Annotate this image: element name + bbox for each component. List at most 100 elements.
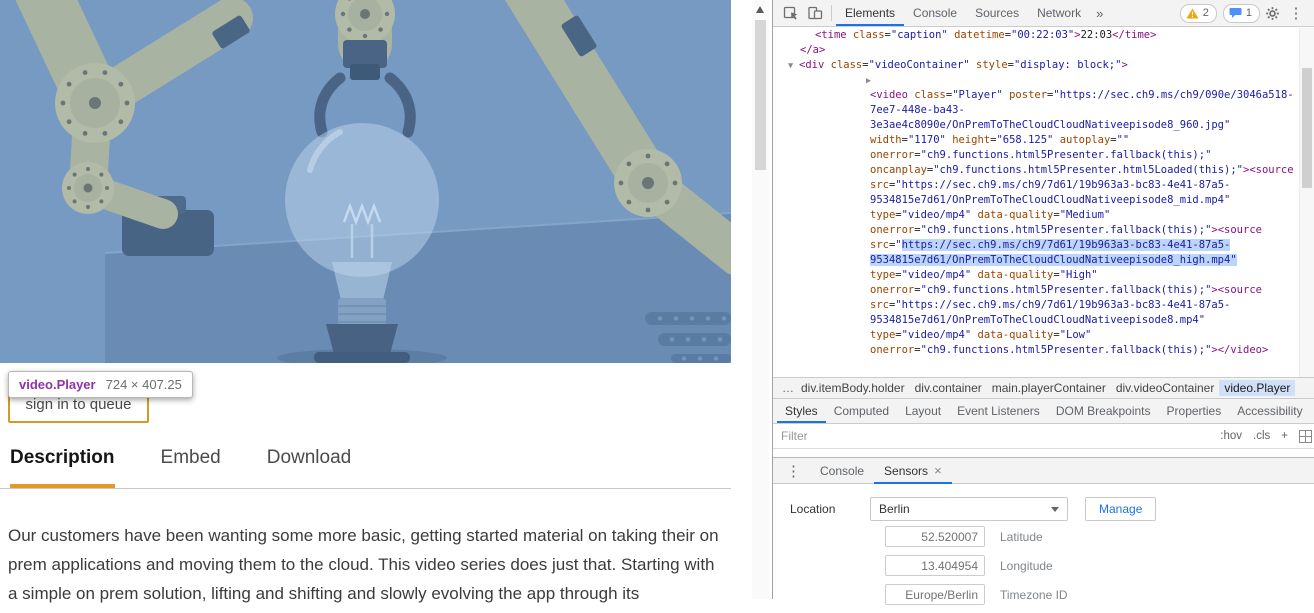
- code-line[interactable]: onerror="ch9.functions.html5Presenter.fa…: [773, 148, 1301, 163]
- code-line[interactable]: <video class="Player" poster="https://se…: [773, 88, 1301, 103]
- filter-control--[interactable]: +: [1281, 430, 1288, 442]
- scrollbar-thumb[interactable]: [1302, 68, 1312, 188]
- code-line[interactable]: 7ee7-448e-ba43-: [773, 103, 1301, 118]
- page-scrollbar[interactable]: [752, 0, 769, 599]
- timezone-id-label: Timezone ID: [1000, 587, 1068, 602]
- sidebar-tabs: Styles Computed Layout Event Listeners DOM B…: [773, 398, 1314, 424]
- code-line[interactable]: 9534815e7d61/OnPremToTheCloudCloudNative…: [773, 253, 1301, 268]
- devtools-tab-elements[interactable]: Elements: [836, 0, 904, 26]
- messages-badge[interactable]: 1: [1222, 3, 1260, 23]
- scroll-up-icon[interactable]: [756, 6, 764, 13]
- robot-illustration: [0, 0, 731, 363]
- tabs-divider: [0, 488, 731, 489]
- sidebar-tab-dom-breakpoints[interactable]: DOM Breakpoints: [1048, 399, 1159, 423]
- tab-embed[interactable]: Embed: [161, 447, 221, 488]
- code-line[interactable]: src="https://sec.ch9.ms/ch9/7d61/19b963a…: [773, 298, 1301, 313]
- warnings-badge[interactable]: 2: [1179, 3, 1217, 23]
- location-value: Berlin: [879, 502, 910, 516]
- latitude-input[interactable]: [885, 526, 985, 547]
- code-line[interactable]: 9534815e7d61/OnPremToTheCloudCloudNative…: [773, 193, 1301, 208]
- device-toolbar-icon[interactable]: [803, 0, 827, 26]
- breadcrumb-item[interactable]: main.playerContainer: [987, 380, 1111, 396]
- code-line[interactable]: 9534815e7d61/OnPremToTheCloudCloudNative…: [773, 313, 1301, 328]
- sidebar-tab-properties[interactable]: Properties: [1159, 399, 1230, 423]
- location-select[interactable]: Berlin: [870, 497, 1068, 521]
- scrollbar-thumb[interactable]: [755, 20, 766, 170]
- inspect-icon[interactable]: [779, 0, 803, 26]
- video-player[interactable]: [0, 0, 731, 363]
- elements-scrollbar[interactable]: [1299, 28, 1314, 377]
- drawer-menu-icon[interactable]: ⋮: [777, 462, 810, 480]
- tooltip-dimensions: 724 × 407.25: [105, 377, 182, 392]
- code-line[interactable]: onerror="ch9.functions.html5Presenter.fa…: [773, 223, 1301, 238]
- sensors-panel: Location Berlin Manage Latitude Longitude…: [773, 485, 1314, 605]
- code-line[interactable]: type="video/mp4" data-quality="Low": [773, 328, 1301, 343]
- breadcrumb-item[interactable]: div.videoContainer: [1111, 380, 1220, 396]
- code-line[interactable]: onerror="ch9.functions.html5Presenter.fa…: [773, 343, 1301, 358]
- sidebar-tab-styles[interactable]: Styles: [777, 399, 826, 423]
- close-tab-icon[interactable]: ×: [934, 458, 942, 484]
- code-line[interactable]: type="video/mp4" data-quality="High": [773, 268, 1301, 283]
- breadcrumb-item[interactable]: div.itemBody.holder: [796, 380, 910, 396]
- sensor-row: Timezone ID: [885, 584, 1068, 605]
- styles-filter-bar: Filter :hov .cls +: [773, 424, 1314, 449]
- tab-description[interactable]: Description: [10, 447, 115, 488]
- message-count: 1: [1245, 7, 1252, 19]
- code-line[interactable]: 3e3ae4c8090e/OnPremToTheCloudCloudNative…: [773, 118, 1301, 133]
- devtools-toolbar: Elements Console Sources Network » 2 1 ⋮: [773, 0, 1314, 27]
- video-description: Our customers have been wanting some mor…: [8, 526, 719, 603]
- filter-controls: :hov .cls +: [1209, 430, 1288, 442]
- kebab-menu-icon[interactable]: ⋮: [1284, 0, 1308, 26]
- manage-button[interactable]: Manage: [1085, 497, 1157, 521]
- sidebar-tab-computed[interactable]: Computed: [826, 399, 897, 423]
- devtools-tabbar: Elements Console Sources Network: [836, 0, 1090, 26]
- devtools-tab-console[interactable]: Console: [904, 0, 966, 26]
- toolbar-separator: [831, 5, 832, 21]
- chevron-down-icon: [1051, 506, 1059, 512]
- code-line[interactable]: oncanplay="ch9.functions.html5Presenter.…: [773, 163, 1301, 178]
- tab-download[interactable]: Download: [267, 447, 352, 488]
- more-tabs-chevron[interactable]: »: [1090, 6, 1109, 21]
- code-line[interactable]: ▼ <div class="videoContainer" style="disp…: [773, 58, 1301, 73]
- filter-control--cls[interactable]: .cls: [1253, 430, 1270, 442]
- latitude-label: Latitude: [1000, 529, 1043, 544]
- message-bubble-icon: [1229, 8, 1242, 18]
- code-line[interactable]: </a>: [773, 43, 1301, 58]
- sidebar-tab-accessibility[interactable]: Accessibility: [1229, 399, 1310, 423]
- sensor-fields: Latitude Longitude Timezone ID: [885, 526, 1068, 613]
- drawer-tab-console[interactable]: Console: [810, 458, 874, 484]
- code-line[interactable]: onerror="ch9.functions.html5Presenter.fa…: [773, 283, 1301, 298]
- sensor-row: Longitude: [885, 555, 1068, 576]
- drawer-tab-sensors[interactable]: Sensors ×: [874, 458, 952, 484]
- filter-control--hov[interactable]: :hov: [1220, 430, 1242, 442]
- inspect-tooltip: video.Player 724 × 407.25: [8, 371, 193, 398]
- gear-icon[interactable]: [1260, 0, 1284, 26]
- longitude-input[interactable]: [885, 555, 985, 576]
- breadcrumb-item[interactable]: video.Player: [1219, 380, 1296, 396]
- code-line[interactable]: <time class="caption" datetime="00:22:03…: [773, 28, 1301, 43]
- drawer-tab-label: Sensors: [884, 463, 929, 478]
- code-line[interactable]: src="https://sec.ch9.ms/ch9/7d61/19b963a…: [773, 178, 1301, 193]
- warning-count: 2: [1202, 7, 1209, 19]
- element-states-icon[interactable]: [1299, 429, 1312, 443]
- code-line[interactable]: src="https://sec.ch9.ms/ch9/7d61/19b963a…: [773, 238, 1301, 253]
- breadcrumb-overflow[interactable]: …: [777, 380, 796, 396]
- browser-page: video.Player 724 × 407.25 sign in to queu…: [0, 0, 753, 603]
- breadcrumb-item[interactable]: div.container: [910, 380, 987, 396]
- tooltip-element-name: video.Player: [19, 377, 96, 392]
- code-line[interactable]: ▶: [773, 73, 1301, 88]
- sidebar-tab-layout[interactable]: Layout: [897, 399, 949, 423]
- breadcrumb: … div.itemBody.holder div.container main.pl…: [773, 377, 1314, 398]
- filter-input[interactable]: Filter: [781, 429, 1209, 443]
- timezone-id-input[interactable]: [885, 584, 985, 605]
- devtools-tab-sources[interactable]: Sources: [966, 0, 1028, 26]
- code-line[interactable]: width="1170" height="658.125" autoplay="…: [773, 133, 1301, 148]
- warning-icon: [1186, 8, 1199, 18]
- drawer-tab-label: Console: [820, 463, 865, 478]
- location-label: Location: [790, 502, 836, 516]
- sensor-row: Latitude: [885, 526, 1068, 547]
- sidebar-tab-event-listeners[interactable]: Event Listeners: [949, 399, 1048, 423]
- devtools-tab-network[interactable]: Network: [1028, 0, 1090, 26]
- code-line[interactable]: type="video/mp4" data-quality="Medium": [773, 208, 1301, 223]
- elements-tree: <time class="caption" datetime="00:22:03…: [773, 28, 1301, 377]
